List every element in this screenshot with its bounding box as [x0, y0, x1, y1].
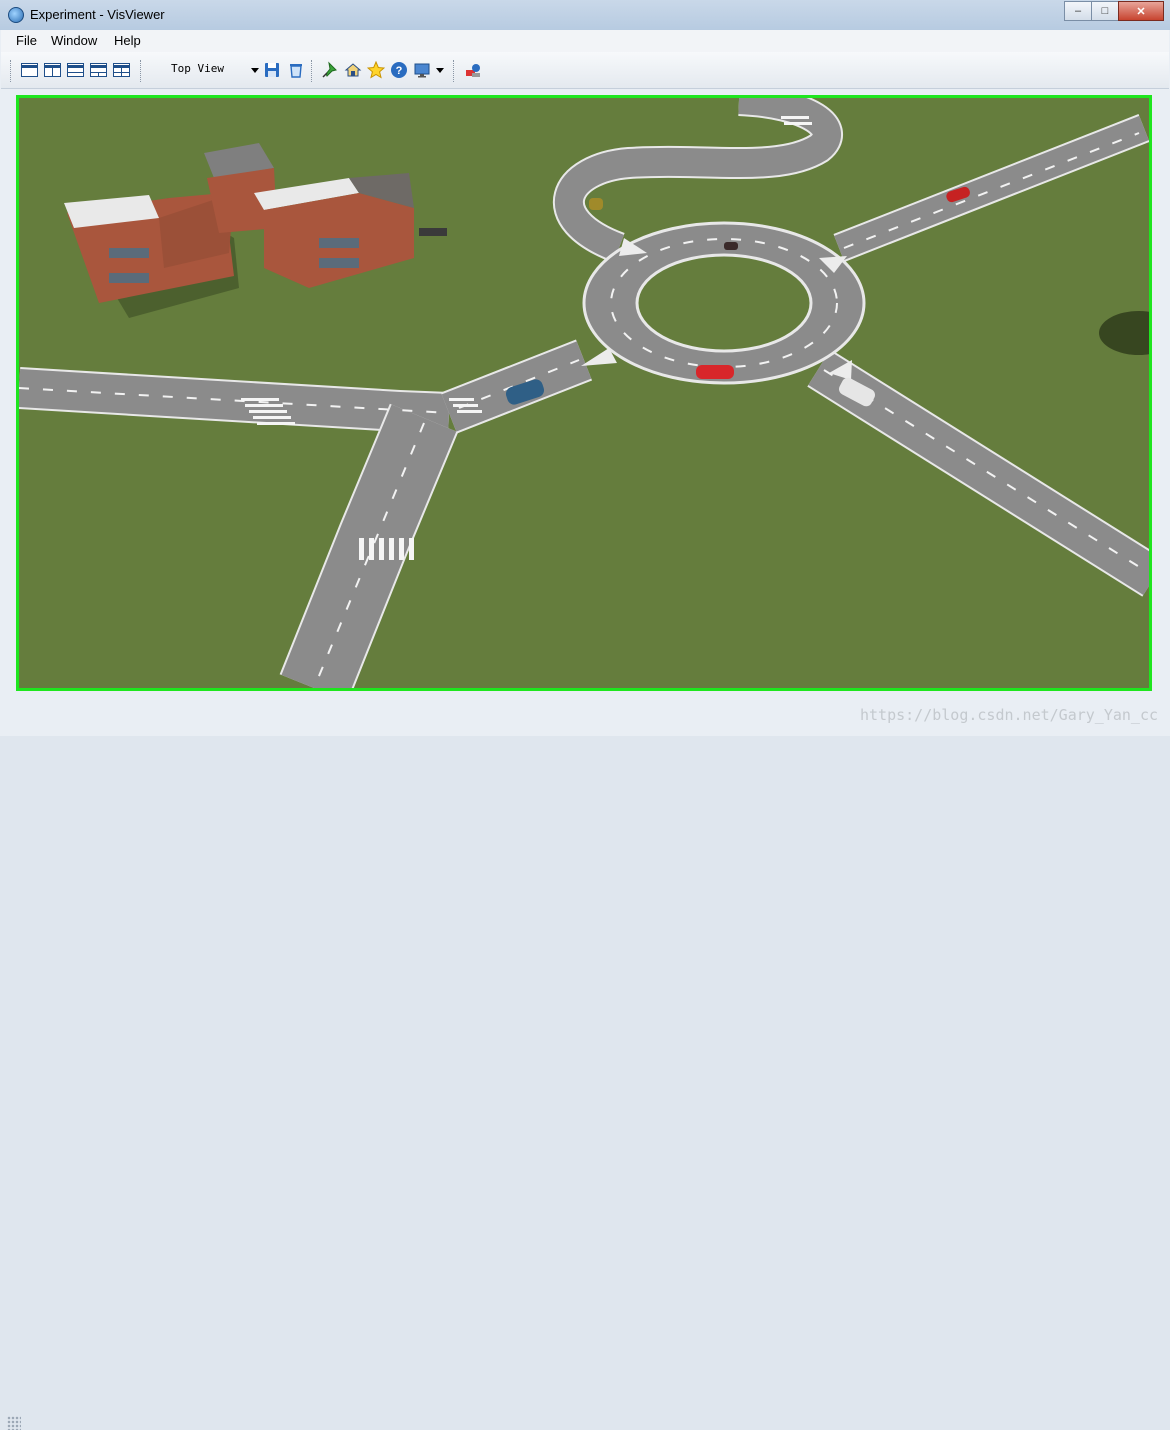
toolbar-grip[interactable]: [10, 60, 14, 82]
menu-file[interactable]: File: [16, 33, 37, 48]
view-select[interactable]: Top View: [171, 62, 263, 80]
minimize-button[interactable]: –: [1064, 1, 1092, 21]
display-monitor-icon[interactable]: [413, 61, 431, 79]
close-button[interactable]: ✕: [1118, 1, 1164, 21]
app-window: Experiment - VisViewer – □ ✕ File Window…: [0, 0, 1170, 1430]
split-vertical-icon[interactable]: [44, 63, 61, 77]
toolbar: Top View ?: [1, 52, 1169, 89]
split-horizontal-icon[interactable]: [67, 63, 84, 77]
favorite-star-icon[interactable]: [366, 60, 386, 79]
maximize-button[interactable]: □: [1091, 1, 1119, 21]
save-icon[interactable]: [263, 61, 281, 79]
menu-help[interactable]: Help: [114, 33, 141, 48]
single-view-icon[interactable]: [21, 63, 38, 77]
scene-viewport[interactable]: [16, 95, 1152, 691]
chevron-down-icon[interactable]: [436, 68, 444, 73]
title-bar[interactable]: Experiment - VisViewer – □ ✕: [0, 0, 1170, 30]
scene-canvas[interactable]: [19, 98, 1149, 688]
menu-bar: File Window Help: [1, 30, 1169, 52]
chevron-down-icon: [251, 68, 259, 73]
toolbar-grip[interactable]: [140, 60, 144, 82]
pin-icon[interactable]: [321, 61, 339, 79]
caption-buttons: – □ ✕: [1064, 1, 1164, 21]
svg-text:?: ?: [396, 65, 403, 77]
home-view-icon[interactable]: [344, 61, 362, 79]
three-view-icon[interactable]: [90, 63, 107, 77]
scene-objects-icon[interactable]: [464, 61, 482, 79]
window-title: Experiment - VisViewer: [30, 7, 165, 22]
toolbar-grip[interactable]: [311, 60, 315, 82]
app-globe-icon: [8, 7, 24, 23]
help-icon[interactable]: ?: [390, 61, 408, 79]
watermark: https://blog.csdn.net/Gary_Yan_cc: [859, 706, 1158, 724]
resize-grip[interactable]: [7, 1416, 21, 1430]
quad-view-icon[interactable]: [113, 63, 130, 77]
delete-icon[interactable]: [287, 61, 305, 79]
menu-window[interactable]: Window: [51, 33, 97, 48]
view-select-value: Top View: [171, 62, 224, 75]
toolbar-grip[interactable]: [453, 60, 457, 82]
